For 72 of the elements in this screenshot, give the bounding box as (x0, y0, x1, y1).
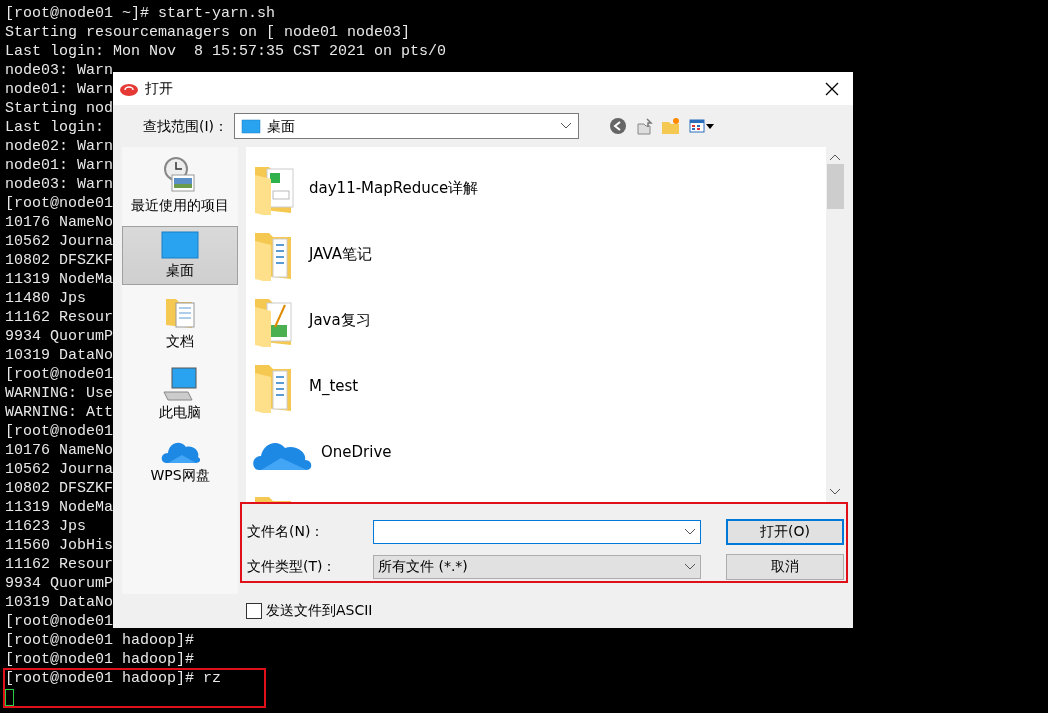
new-folder-icon (661, 117, 682, 135)
terminal-line: node02: Warn (5, 137, 114, 156)
dialog-button[interactable]: 打开(O) (726, 518, 844, 545)
terminal-line: 10562 Journa (5, 232, 114, 251)
scroll-down-icon (829, 488, 841, 496)
scrollbar-thumb[interactable] (826, 164, 844, 209)
terminal-line: Starting resourcemanagers on [ node01 node03] (5, 23, 411, 42)
computer-icon (162, 366, 198, 402)
scroll-up-icon (829, 153, 841, 161)
terminal-line: node03: Warn (5, 61, 114, 80)
terminal-line: Starting nod (5, 99, 114, 118)
file-item[interactable]: Java复习 (309, 308, 371, 332)
terminal-line: 10802 DFSZKF (5, 251, 114, 270)
terminal-line: 9934 QuorumP (5, 327, 114, 346)
file-item[interactable]: OneDrive (321, 440, 392, 464)
terminal-line: node01: Warn (5, 80, 114, 99)
terminal-line: 11319 NodeMa (5, 270, 114, 289)
terminal-line: 11162 Resour (5, 555, 114, 574)
terminal-line: 10176 NameNo (5, 441, 114, 460)
places-item[interactable]: 此电脑 (122, 362, 238, 427)
back-icon (609, 117, 628, 135)
terminal-line: [root@node01 hadoop]# (5, 631, 195, 650)
terminal-line: 11162 Resour (5, 308, 114, 327)
terminal-line: node01: Warn (5, 156, 114, 175)
terminal-line: 9934 QuorumP (5, 574, 114, 593)
text-cursor (5, 689, 14, 706)
view-menu-icon (689, 118, 716, 134)
checkbox-label: 发送文件到ASCII (266, 601, 373, 620)
chevron-down-icon (560, 122, 573, 130)
terminal-line: [root@node01 ~]# start-yarn.sh (5, 4, 276, 23)
terminal-line: node03: Warn (5, 175, 114, 194)
terminal-line: WARNING: Att (5, 403, 114, 422)
desktop-icon (241, 118, 262, 134)
terminal-line: 10802 DFSZKF (5, 479, 114, 498)
terminal-line: [root@node01 (5, 194, 114, 213)
terminal-line: 10176 NameNo (5, 213, 114, 232)
up-folder-icon (635, 117, 654, 135)
window-title: 打开 (145, 79, 173, 98)
terminal-line: 10319 DataNo (5, 593, 114, 612)
terminal-line: [root@node01 hadoop]# rz (5, 669, 222, 688)
file-item[interactable]: JAVA笔记 (309, 242, 373, 266)
field-label: 文件类型(T)： (247, 557, 338, 576)
terminal-line: 11319 NodeMa (5, 498, 114, 517)
terminal-line: 10562 Journa (5, 460, 114, 479)
file-type-dropdown[interactable]: 所有文件 (*.*) (373, 554, 701, 579)
terminal-line: WARNING: Use (5, 384, 114, 403)
chevron-down-icon (684, 562, 696, 571)
look-in-dropdown[interactable]: 桌面 (234, 113, 580, 139)
file-item[interactable]: day11-MapReduce详解 (309, 176, 479, 200)
places-item[interactable]: 桌面 (122, 226, 238, 285)
terminal-line: 11623 Jps (5, 517, 86, 536)
desktop-icon (160, 230, 200, 260)
terminal-line: 10319 DataNo (5, 346, 114, 365)
chevron-down-icon (684, 527, 696, 536)
file-name-field[interactable] (373, 519, 701, 544)
terminal-line: Last login: (5, 118, 105, 137)
dialog-button[interactable]: 取消 (726, 553, 844, 580)
field-label: 文件名(N)： (247, 522, 326, 541)
places-item[interactable]: 最近使用的项目 (122, 151, 238, 220)
checkbox[interactable] (246, 602, 262, 619)
terminal-line: [root@node01 (5, 365, 114, 384)
close-icon (825, 81, 839, 96)
terminal-line: 11560 JobHis (5, 536, 114, 555)
terminal-line: 11480 Jps (5, 289, 86, 308)
terminal-line: [root@node01 (5, 422, 114, 441)
terminal-line: Last login: Mon Nov 8 15:57:35 CST 2021 on pts/0 (5, 42, 447, 61)
terminal-line: [root@node01 hadoop]# (5, 650, 195, 669)
terminal-line: [root@node01 (5, 612, 114, 631)
places-item[interactable]: 文档 (122, 291, 238, 356)
file-item[interactable]: M_test (309, 374, 359, 398)
places-item[interactable]: WPS网盘 (122, 433, 238, 490)
look-in-label: 查找范围(I)： (143, 116, 229, 136)
